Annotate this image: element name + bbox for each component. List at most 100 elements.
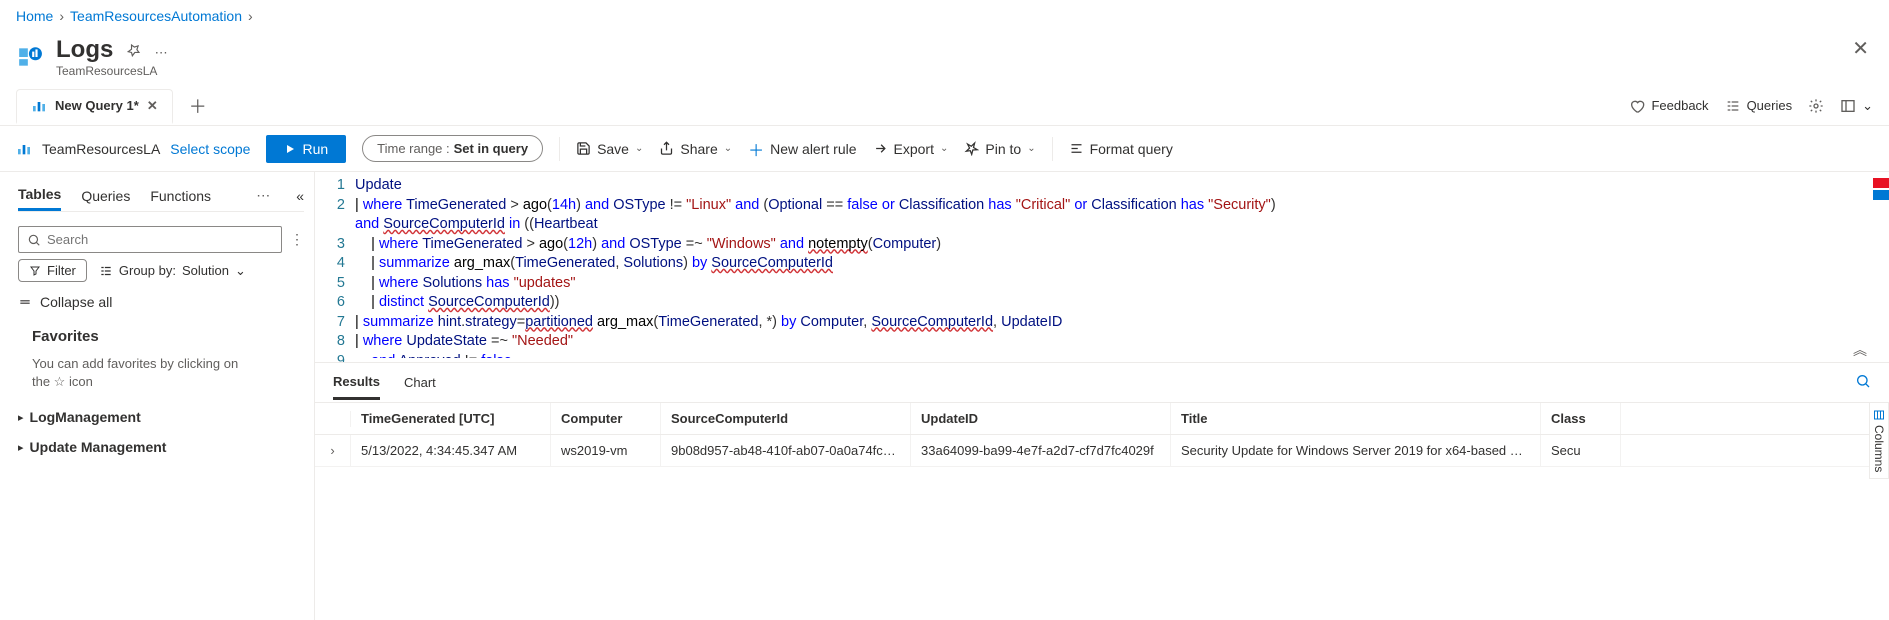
minimap bbox=[1873, 172, 1889, 362]
columns-icon bbox=[1873, 409, 1885, 421]
chevron-down-icon: ⌄ bbox=[940, 143, 948, 154]
more-icon[interactable]: ⋯ bbox=[155, 45, 168, 60]
columns-side-tab[interactable]: Columns bbox=[1869, 402, 1889, 479]
new-alert-label: New alert rule bbox=[770, 141, 856, 157]
close-icon[interactable]: ✕ bbox=[1852, 36, 1869, 61]
panel-layout-button[interactable]: ⌄ bbox=[1840, 98, 1873, 114]
query-tab-label: New Query 1* bbox=[55, 98, 139, 113]
separator bbox=[559, 137, 560, 161]
cell-title: Security Update for Windows Server 2019 … bbox=[1171, 435, 1541, 466]
settings-button[interactable] bbox=[1808, 98, 1824, 114]
workspace-name: TeamResourcesLA bbox=[42, 141, 160, 157]
filter-label: Filter bbox=[47, 263, 76, 278]
col-time[interactable]: TimeGenerated [UTC] bbox=[351, 403, 551, 434]
breadcrumb-home[interactable]: Home bbox=[16, 8, 53, 24]
gear-icon bbox=[1808, 98, 1824, 114]
favorites-empty-text: You can add favorites by clicking on the… bbox=[18, 355, 304, 399]
time-range-label: Time range : bbox=[377, 141, 450, 156]
col-title[interactable]: Title bbox=[1171, 403, 1541, 434]
search-results-icon[interactable] bbox=[1855, 373, 1871, 392]
cell-updateid: 33a64099-ba99-4e7f-a2d7-cf7d7fc4029f bbox=[911, 435, 1171, 466]
more-icon[interactable]: ⋯ bbox=[256, 187, 270, 204]
share-button[interactable]: Share ⌄ bbox=[659, 141, 732, 157]
tree-item-logmanagement[interactable]: ▸ LogManagement bbox=[18, 405, 304, 429]
save-label: Save bbox=[597, 141, 629, 157]
code-body[interactable]: Update| where TimeGenerated > ago(14h) a… bbox=[355, 176, 1889, 358]
cell-computer: ws2019-vm bbox=[551, 435, 661, 466]
logs-icon bbox=[16, 43, 44, 71]
query-toolbar: TeamResourcesLA Select scope Run Time ra… bbox=[0, 126, 1889, 172]
col-computer[interactable]: Computer bbox=[551, 403, 661, 434]
results-tab-bar: Results Chart bbox=[315, 362, 1889, 402]
select-scope-link[interactable]: Select scope bbox=[170, 141, 250, 157]
tree-item-label: Update Management bbox=[30, 439, 167, 455]
format-query-button[interactable]: Format query bbox=[1069, 141, 1173, 157]
search-input[interactable] bbox=[47, 232, 273, 247]
sidebar-tab-functions[interactable]: Functions bbox=[150, 182, 211, 210]
time-range-value: Set in query bbox=[454, 141, 528, 156]
feedback-label: Feedback bbox=[1651, 98, 1708, 113]
favorites-heading: Favorites bbox=[18, 322, 304, 349]
filter-button[interactable]: Filter bbox=[18, 259, 87, 282]
filter-icon bbox=[29, 265, 41, 277]
close-tab-icon[interactable]: ✕ bbox=[147, 98, 158, 114]
pin-to-button[interactable]: Pin to ⌄ bbox=[964, 141, 1035, 157]
col-class[interactable]: Class bbox=[1541, 403, 1621, 434]
chevron-down-icon: ⌄ bbox=[724, 143, 732, 154]
results-tab[interactable]: Results bbox=[333, 366, 380, 400]
expand-row-icon[interactable]: › bbox=[315, 435, 351, 466]
cell-source: 9b08d957-ab48-410f-ab07-0a0a74fc70f4 bbox=[661, 435, 911, 466]
time-range-selector[interactable]: Time range : Set in query bbox=[362, 135, 543, 162]
save-button[interactable]: Save ⌄ bbox=[576, 141, 643, 157]
page-title: Logs bbox=[56, 36, 113, 64]
chevron-down-icon: ⌄ bbox=[635, 143, 643, 154]
chart-tab[interactable]: Chart bbox=[404, 367, 436, 398]
col-updateid[interactable]: UpdateID bbox=[911, 403, 1171, 434]
results-grid: TimeGenerated [UTC] Computer SourceCompu… bbox=[315, 402, 1889, 467]
run-button[interactable]: Run bbox=[266, 135, 346, 163]
query-tab[interactable]: New Query 1* ✕ bbox=[16, 89, 173, 124]
run-label: Run bbox=[302, 141, 328, 157]
collapse-icon bbox=[18, 295, 32, 309]
breadcrumb-item[interactable]: TeamResourcesAutomation bbox=[70, 8, 242, 24]
table-row[interactable]: › 5/13/2022, 4:34:45.347 AM ws2019-vm 9b… bbox=[315, 435, 1889, 467]
queries-label: Queries bbox=[1747, 98, 1793, 113]
more-vertical-icon[interactable]: ⋮ bbox=[290, 231, 304, 248]
collapse-all-button[interactable]: Collapse all bbox=[18, 288, 304, 316]
sidebar-tab-queries[interactable]: Queries bbox=[81, 182, 130, 210]
cell-time: 5/13/2022, 4:34:45.347 AM bbox=[351, 435, 551, 466]
expand-editor-icon[interactable]: ︽ bbox=[1853, 341, 1867, 360]
sidebar-tab-tables[interactable]: Tables bbox=[18, 180, 61, 211]
workspace-icon bbox=[16, 141, 32, 157]
collapse-all-label: Collapse all bbox=[40, 294, 112, 310]
format-label: Format query bbox=[1090, 141, 1173, 157]
export-label: Export bbox=[894, 141, 934, 157]
breadcrumb: Home › TeamResourcesAutomation › bbox=[0, 0, 1889, 32]
add-tab-button[interactable]: ＋ bbox=[189, 93, 207, 119]
chevron-right-icon: › bbox=[59, 8, 64, 24]
cell-class: Secu bbox=[1541, 435, 1621, 466]
code-editor[interactable]: 12345678910 Update| where TimeGenerated … bbox=[315, 172, 1889, 362]
pin-icon[interactable] bbox=[127, 45, 145, 60]
tree-item-updatemanagement[interactable]: ▸ Update Management bbox=[18, 435, 304, 459]
export-button[interactable]: Export ⌄ bbox=[873, 141, 949, 157]
queries-button[interactable]: Queries bbox=[1725, 98, 1793, 114]
caret-right-icon: ▸ bbox=[18, 441, 24, 454]
chevron-down-icon: ⌄ bbox=[1027, 143, 1035, 154]
list-icon bbox=[1725, 98, 1741, 114]
chevron-down-icon: ⌄ bbox=[235, 263, 246, 279]
page-subtitle: TeamResourcesLA bbox=[56, 64, 1873, 78]
grid-header-row: TimeGenerated [UTC] Computer SourceCompu… bbox=[315, 403, 1889, 435]
new-alert-button[interactable]: ＋ New alert rule bbox=[748, 137, 856, 161]
save-icon bbox=[576, 141, 591, 156]
pin-to-label: Pin to bbox=[985, 141, 1021, 157]
collapse-sidebar-icon[interactable]: « bbox=[296, 188, 304, 204]
group-by-selector[interactable]: Group by: Solution ⌄ bbox=[99, 263, 246, 279]
columns-label: Columns bbox=[1872, 425, 1886, 472]
chevron-down-icon: ⌄ bbox=[1862, 98, 1873, 114]
plus-icon: ＋ bbox=[748, 137, 764, 161]
group-by-value: Solution bbox=[182, 263, 229, 278]
col-source[interactable]: SourceComputerId bbox=[661, 403, 911, 434]
share-label: Share bbox=[680, 141, 717, 157]
feedback-button[interactable]: Feedback bbox=[1629, 98, 1708, 114]
